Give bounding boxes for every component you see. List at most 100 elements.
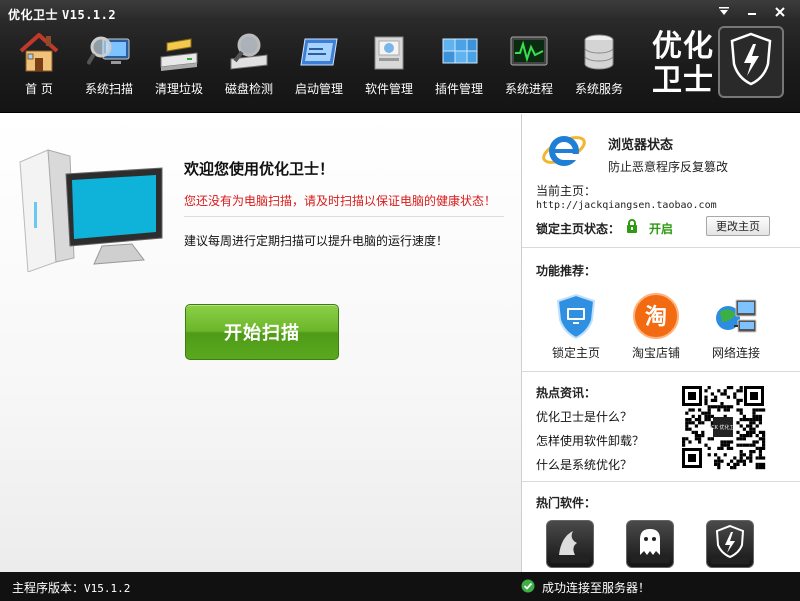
qr-module <box>755 446 759 450</box>
qr-module <box>736 398 740 402</box>
qr-module <box>717 389 721 393</box>
disk-magnifier-icon <box>225 30 273 74</box>
qr-module <box>758 453 762 457</box>
qr-module <box>688 427 692 431</box>
qr-module <box>691 430 695 434</box>
qr-module <box>739 456 743 460</box>
qr-module <box>720 405 724 409</box>
qr-module <box>758 430 762 434</box>
news-section: 热点资讯： 优化卫士是什么？ 怎样使用软件卸载？ 什么是系统优化？ JACK 优… <box>522 372 800 482</box>
qr-module <box>691 414 695 418</box>
qr-module <box>694 434 698 438</box>
qr-module <box>755 456 759 460</box>
qr-module <box>726 408 730 412</box>
qr-module <box>736 437 740 441</box>
nav-label: 启动管理 <box>294 82 343 96</box>
plugin-cubes-icon <box>435 30 483 74</box>
qr-module <box>710 392 714 396</box>
qr-module <box>698 408 702 412</box>
jack-dragon-icon[interactable] <box>546 520 594 568</box>
qr-module <box>739 389 743 393</box>
qr-module <box>755 440 759 444</box>
minimize-icon[interactable] <box>738 2 766 20</box>
check-circle-icon <box>521 579 535 593</box>
hot-software-title: 热门软件： <box>536 496 597 510</box>
qr-module <box>762 443 766 447</box>
nav-label: 系统扫描 <box>84 82 133 96</box>
qr-module <box>707 437 711 441</box>
qr-module <box>726 446 730 450</box>
news-link[interactable]: 怎样使用软件卸载？ <box>536 432 644 449</box>
qr-module <box>723 389 727 393</box>
qr-module <box>752 414 756 418</box>
start-scan-button[interactable]: 开始扫描 <box>185 304 339 360</box>
qr-module <box>762 462 766 466</box>
qr-module <box>688 421 692 425</box>
recommend-lock-homepage[interactable]: 锁定主页 <box>536 292 616 361</box>
qr-module <box>714 459 718 463</box>
qr-module <box>704 395 708 399</box>
qr-module <box>749 459 753 463</box>
taobao-icon: 淘 <box>632 292 680 340</box>
qr-module <box>755 408 759 412</box>
qr-module <box>685 418 689 422</box>
qr-module <box>685 427 689 431</box>
qr-module <box>723 408 727 412</box>
recommend-network-connection[interactable]: 网络连接 <box>696 292 776 361</box>
nav-item-system-service[interactable]: 系统服务 <box>564 30 634 104</box>
qr-module <box>742 427 746 431</box>
nav-item-home[interactable]: 首 页 <box>4 30 74 104</box>
qr-module <box>723 392 727 396</box>
qr-module <box>746 434 750 438</box>
lock-status-value: 开启 <box>649 222 674 236</box>
nav-item-disk-check[interactable]: 磁盘检测 <box>214 30 284 104</box>
ghost-icon[interactable] <box>626 520 674 568</box>
qr-module <box>730 386 734 390</box>
house-icon <box>15 30 63 74</box>
qr-module <box>691 421 695 425</box>
brand-text-line1: 优化 <box>652 29 714 64</box>
homepage-url: http://jackqiangsen.taobao.com <box>536 200 717 211</box>
qr-module <box>742 453 746 457</box>
qr-module <box>717 446 721 450</box>
close-icon[interactable] <box>766 2 794 20</box>
news-link[interactable]: 优化卫士是什么？ <box>536 408 632 425</box>
nav-item-startup-manager[interactable]: 启动管理 <box>284 30 354 104</box>
qr-module <box>714 462 718 466</box>
qr-module <box>749 456 753 460</box>
jack-shield-icon[interactable] <box>706 520 754 568</box>
qr-module <box>701 430 705 434</box>
hot-software-section: 热门软件： <box>522 482 800 572</box>
qr-module <box>739 424 743 428</box>
qr-module <box>742 434 746 438</box>
qr-module <box>739 418 743 422</box>
news-title: 热点资讯： <box>536 386 597 400</box>
nav-label: 首 页 <box>25 82 53 96</box>
qr-module <box>752 408 756 412</box>
nav-label: 插件管理 <box>434 82 483 96</box>
nav-item-clean-junk[interactable]: 清理垃圾 <box>144 30 214 104</box>
nav-item-software-manager[interactable]: 软件管理 <box>354 30 424 104</box>
nav-item-system-scan[interactable]: 系统扫描 <box>74 30 144 104</box>
browser-status-section: 浏览器状态 防止恶意程序反复篡改 当前主页： http://jackqiangs… <box>522 114 800 248</box>
qr-module <box>704 402 708 406</box>
brand-text: 优化 卫士 <box>652 30 722 98</box>
qr-module <box>723 453 727 457</box>
qr-module <box>752 450 756 454</box>
change-homepage-button[interactable]: 更改主页 <box>706 216 770 236</box>
window-controls <box>710 2 794 20</box>
nav-item-plugin-manager[interactable]: 插件管理 <box>424 30 494 104</box>
dropdown-arrow-icon[interactable] <box>710 2 738 20</box>
nav-item-system-process[interactable]: 系统进程 <box>494 30 564 104</box>
qr-module <box>717 408 721 412</box>
recommend-taobao-shop[interactable]: 淘 淘宝店铺 <box>616 292 696 361</box>
status-bar: 主程序版本：V15.1.2 成功连接至服务器！ <box>0 572 800 601</box>
qr-module <box>717 405 721 409</box>
app-name: 优化卫士 <box>8 8 59 22</box>
qr-module <box>701 421 705 425</box>
qr-module <box>733 392 737 396</box>
qr-module <box>758 466 762 470</box>
qr-module <box>720 443 724 447</box>
qr-module <box>742 443 746 447</box>
news-link[interactable]: 什么是系统优化？ <box>536 456 632 473</box>
